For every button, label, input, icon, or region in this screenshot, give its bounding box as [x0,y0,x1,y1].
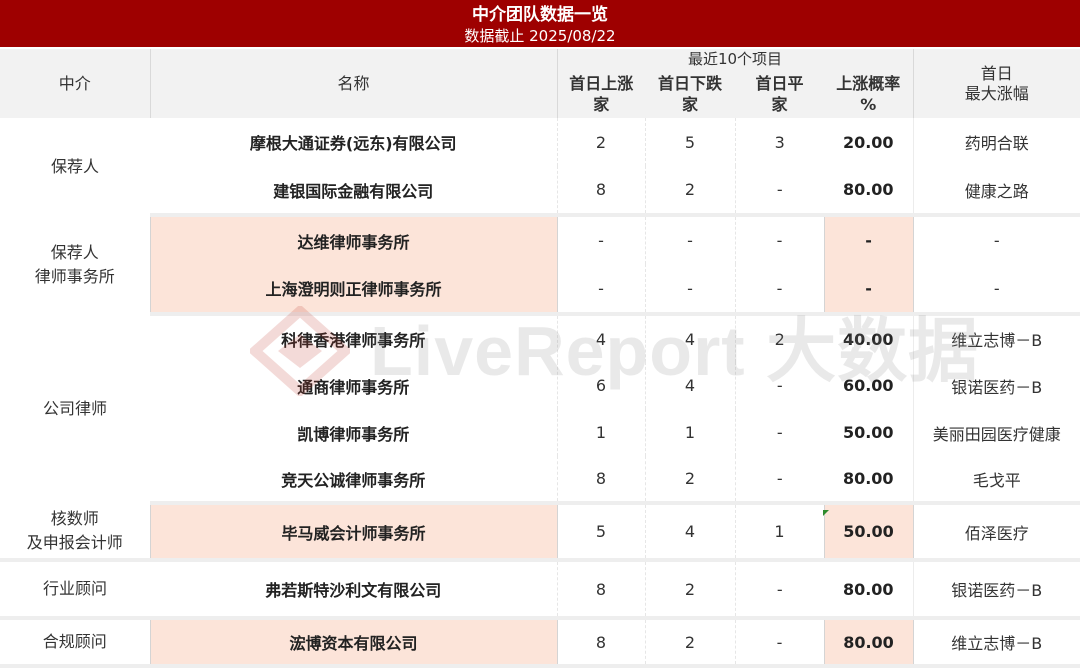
table-title-bar: 中介团队数据一览 数据截止 2025/08/22 [0,0,1080,47]
cell-rise: - [556,264,645,316]
cell-fall: - [644,264,735,316]
cell-rise: 6 [556,362,645,409]
cell-max: 健康之路 [912,166,1080,217]
cell-flat: - [734,618,824,668]
agency-category: 合规顾问 [0,618,150,668]
table-row: 行业顾问 弗若斯特沙利文有限公司 8 2-80.00 银诺医药－B [0,560,1080,620]
cell-flat: 3 [734,118,824,166]
cell-flat: - [734,362,824,409]
cell-rise: 4 [556,314,645,362]
intermediary-table: 中介 名称 最近10个项目 首日 最大涨幅 首日上涨家 首日下跌家 首日平家 上涨… [0,49,1080,668]
cell-rate: 50.00 [842,423,894,442]
cell-rise: 8 [556,618,645,668]
cell-name: 建银国际金融有限公司 [150,166,557,217]
col-max-rise: 首日 最大涨幅 [912,49,1080,118]
cell-name: 竞天公诚律师事务所 [150,456,557,505]
cell-name: 科律香港律师事务所 [281,331,426,350]
cell-rate: 80.00 [824,560,914,620]
table-row: 保荐人 摩根大通证券(远东)有限公司 2 5 3 20.00 药明合联 [0,118,1080,176]
cell-rate: 40.00 [842,329,894,349]
cell-max: 毛戈平 [912,456,1080,505]
cell-name: 弗若斯特沙利文有限公司 [150,560,557,620]
table-row: 核数师 及申报会计师 毕马威会计师事务所 5 4 1 50.00 佰泽医疗 [0,503,1080,562]
agency-category: 公司律师 [42,398,107,418]
cell-max: - [912,264,1080,316]
cell-flat: - [734,409,824,456]
cell-fall: - [644,215,735,264]
agency-category: 核数师 及申报会计师 [0,503,150,562]
data-date: 数据截止 2025/08/22 [464,27,616,45]
cell-name: 达维律师事务所 [149,215,558,264]
cell-rise: 5 [556,503,645,562]
cell-max: 药明合联 [912,118,1080,166]
cell-max: - [912,215,1080,264]
cell-flat: - [734,456,824,505]
table-row: 保荐人 律师事务所 达维律师事务所 - - - - - [0,215,1080,286]
col-agency: 中介 [0,49,150,118]
table-row: 公司律师 科律香港律师事务所 4 4 2 40.00 维立志博－B [0,314,1080,418]
cell-flat: - [734,264,824,316]
cell-fall: 4 [644,503,735,562]
cell-name: 毕马威会计师事务所 [149,503,558,562]
table-row: 上海澄明则正律师事务所 - - - - - [0,264,1080,316]
table-title: 中介团队数据一览 [472,5,608,25]
cell-rate: 50.00 [823,503,914,562]
col-fall: 首日下跌家 [645,69,735,118]
cell-max: 美丽田园医疗健康 [912,409,1080,456]
cell-fall: 5 [644,118,735,166]
comment-marker-icon [823,510,829,516]
cell-name: 凯博律师事务所 [297,424,410,444]
table-row: 合规顾问 浤博资本有限公司 8 2-80.00 维立志博－B [0,618,1080,668]
cell-name: 摩根大通证券(远东)有限公司 [249,134,457,153]
cell-flat: - [734,166,824,217]
cell-rise: 8 [556,560,645,620]
cell-rise: 2 [556,118,645,166]
table-row: 凯博律师事务所 1 1-50.00 美丽田园医疗健康 [0,409,1080,456]
cell-fall: 2 [644,166,735,217]
cell-fall: 2 [644,456,735,505]
agency-category: 保荐人 律师事务所 [34,242,115,286]
cell-rise: 1 [556,409,645,456]
cell-fall: 1 [644,409,735,456]
table-row: 通商律师事务所 6 4-60.00 银诺医药－B [0,362,1080,409]
col-name: 名称 [149,49,557,118]
cell-flat: 1 [734,503,824,562]
col-rate: 上涨概率% [824,69,914,118]
col-rise: 首日上涨家 [556,69,645,118]
cell-name: 浤博资本有限公司 [149,618,558,668]
cell-max: 银诺医药－B [912,560,1080,620]
cell-fall: 2 [644,618,735,668]
cell-name: 上海澄明则正律师事务所 [149,264,558,316]
col-group-recent10: 最近10个项目 [556,49,914,69]
col-flat: 首日平家 [735,69,824,118]
cell-rate: 80.00 [824,456,914,505]
agency-category: 保荐人 [50,156,99,176]
agency-category: 行业顾问 [0,560,150,620]
cell-flat: - [734,560,824,620]
cell-rise: 8 [556,166,645,217]
cell-fall: 4 [644,314,735,362]
cell-rise: 8 [556,456,645,505]
cell-fall: 4 [644,362,735,409]
table-row: 建银国际金融有限公司 8 2-80.00 健康之路 [0,166,1080,217]
cell-max: 维立志博－B [912,618,1080,668]
cell-max: 佰泽医疗 [912,503,1080,562]
table-row: 竞天公诚律师事务所 8 2-80.00 毛戈平 [0,456,1080,505]
cell-rate: 80.00 [824,166,914,217]
cell-max: 银诺医药－B [912,362,1080,409]
cell-flat: - [734,215,824,264]
cell-name: 通商律师事务所 [297,377,410,397]
cell-max: 维立志博－B [912,314,1080,362]
cell-flat: 2 [734,314,824,362]
cell-rate: 20.00 [842,132,894,152]
cell-rate: - [823,215,914,264]
cell-rate: 60.00 [842,376,894,395]
cell-fall: 2 [644,560,735,620]
cell-rise: - [556,215,645,264]
cell-rate: 80.00 [823,618,914,668]
cell-rate: - [823,264,914,316]
